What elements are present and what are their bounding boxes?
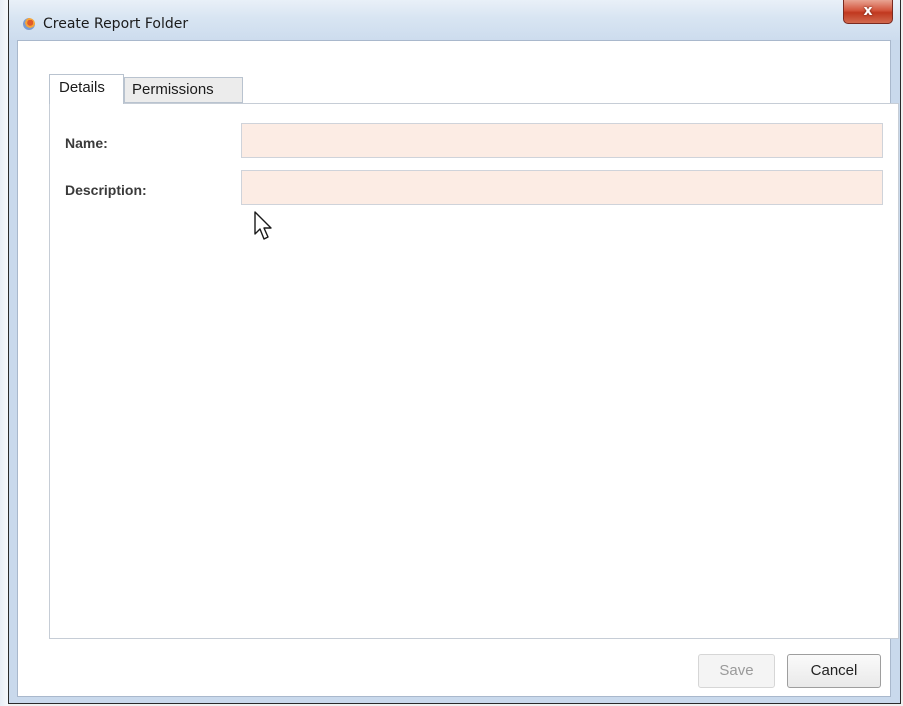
cancel-button[interactable]: Cancel (787, 654, 881, 688)
window-title: Create Report Folder (43, 16, 189, 32)
screen: Create Report Folder x Details Permissio… (0, 0, 903, 706)
mouse-pointer-icon (254, 211, 272, 240)
title-bar[interactable]: Create Report Folder x (9, 0, 900, 40)
description-input[interactable] (241, 170, 883, 205)
close-button[interactable]: x (843, 0, 893, 24)
name-input[interactable] (241, 123, 883, 158)
tab-details[interactable]: Details (49, 74, 124, 104)
dialog-window: Create Report Folder x Details Permissio… (8, 0, 901, 704)
tab-permissions[interactable]: Permissions (124, 77, 243, 103)
app-logo-icon (23, 18, 35, 30)
details-panel: Name: Description: (49, 103, 899, 639)
dialog-body: Details Permissions Name: Description: S… (17, 40, 899, 697)
description-label: Description: (65, 182, 147, 198)
desktop-background (0, 0, 8, 706)
name-label: Name: (65, 135, 108, 151)
save-button[interactable]: Save (698, 654, 775, 688)
